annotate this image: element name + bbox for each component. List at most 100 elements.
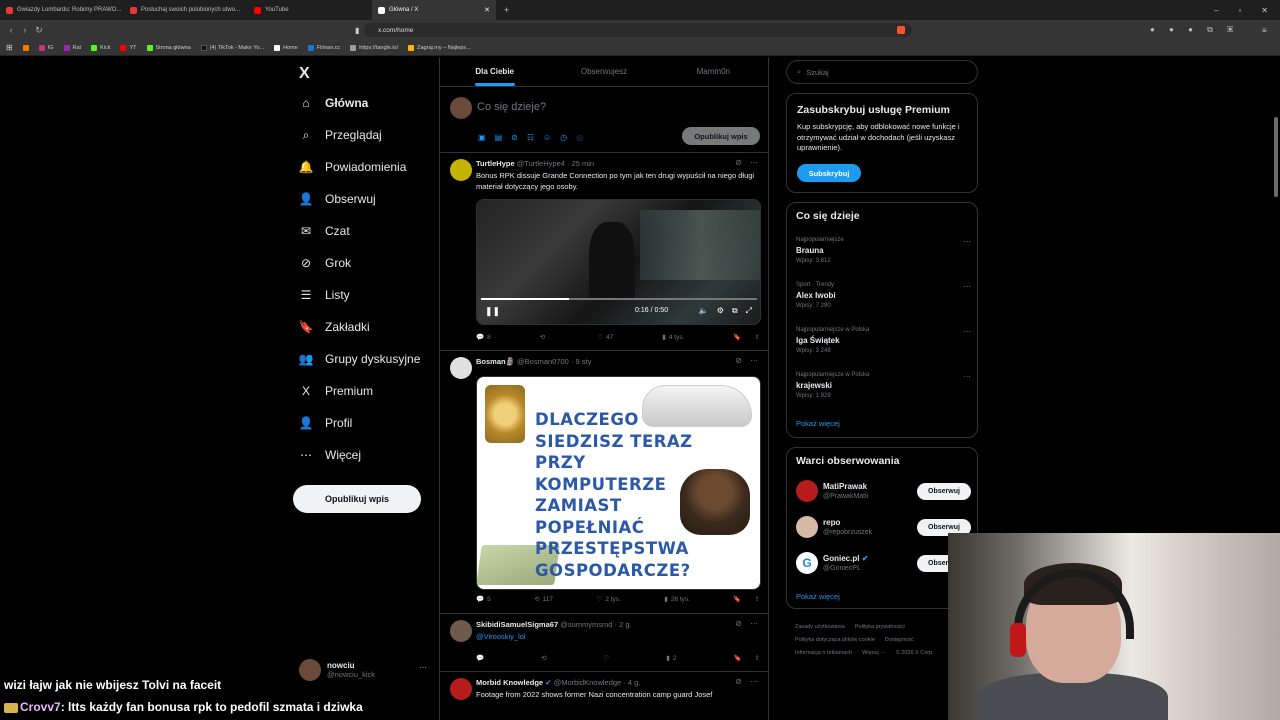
nav-item-grupy-dyskusyjne[interactable]: 👥 Grupy dyskusyjne (299, 352, 421, 366)
bookmark-item[interactable]: Filman.cc (307, 44, 340, 51)
poll-icon[interactable]: ☷ (527, 133, 534, 142)
reply-button[interactable]: 💬 (476, 654, 484, 662)
video-progress-bar[interactable] (481, 298, 757, 300)
retweet-button[interactable]: ⟲ (541, 654, 546, 662)
nav-item-premium[interactable]: X Premium (299, 384, 373, 398)
footer-link[interactable]: Polityka dotycząca plików cookie (795, 637, 875, 643)
browser-tab[interactable]: Gwiazdy Lombardu: Robimy PRAWO... (0, 0, 124, 20)
author-handle[interactable]: @MorbidKnowledge (554, 678, 622, 687)
bookmark-item[interactable]: Strona główna (146, 44, 191, 51)
more-icon[interactable]: ⋯ (419, 663, 427, 672)
extensions-icon[interactable]: ● ● ● ⧉ ▣ (1150, 25, 1239, 35)
gif-icon[interactable]: ▤ (495, 133, 503, 142)
like-button[interactable]: ♡ (603, 654, 609, 662)
grok-icon[interactable]: ⊘ (511, 133, 518, 142)
bookmark-item[interactable]: IG (38, 44, 54, 51)
trend-item[interactable]: Najpopularniejsze w Polska krajewski Wpi… (796, 372, 971, 399)
pause-icon[interactable]: ❚❚ (485, 306, 500, 317)
grok-icon[interactable]: ⊘ (735, 158, 742, 167)
avatar[interactable] (450, 159, 472, 181)
tweet[interactable]: Bosman🗿 @Bosman0700 · 9 sty ⊘ ⋯ DLACZEGO … (440, 351, 768, 614)
pip-icon[interactable]: ⧉ (732, 306, 738, 316)
grok-icon[interactable]: ⊘ (735, 356, 742, 365)
avatar[interactable] (450, 620, 472, 642)
nav-item-profil[interactable]: 👤 Profil (299, 416, 353, 430)
more-icon[interactable]: ⋯ (750, 619, 758, 628)
author-name[interactable]: Morbid Knowledge (476, 678, 543, 687)
bookmark-item[interactable] (22, 44, 29, 51)
author-name[interactable]: SkibidiSamuelSigma67 (476, 620, 558, 629)
search-input[interactable]: Szukaj (806, 68, 829, 77)
like-button[interactable]: ♡ 47 (597, 333, 613, 342)
close-window-icon[interactable]: ✕ (1261, 6, 1268, 15)
footer-link[interactable]: Dostępność (885, 637, 914, 643)
bookmark-item[interactable]: Kick (91, 44, 110, 51)
bookmark-button[interactable]: 🔖 ⇧ (733, 595, 760, 603)
settings-icon[interactable]: ⚙ (717, 306, 724, 316)
more-icon[interactable]: ⋯ (750, 677, 758, 686)
follow-button[interactable]: Obserwuj (917, 482, 971, 500)
views-button[interactable]: ▮ 26 tys. (664, 595, 690, 604)
x-logo[interactable]: X (299, 65, 310, 83)
nav-item-więcej[interactable]: ⋯ Więcej (299, 448, 361, 462)
bookmark-item[interactable]: Zagraj.my – Najleps... (408, 44, 471, 51)
nav-item-grok[interactable]: ⊘ Grok (299, 256, 351, 270)
close-tab-icon[interactable]: ✕ (484, 6, 490, 14)
nav-item-główna[interactable]: ⌂ Główna (299, 96, 368, 110)
grok-icon[interactable]: ⊘ (735, 677, 742, 686)
emoji-icon[interactable]: ☺ (543, 133, 551, 142)
maximize-icon[interactable]: ▫ (1238, 6, 1241, 15)
more-icon[interactable]: ⋯ (963, 327, 971, 336)
publish-button[interactable]: Opublikuj wpis (682, 127, 760, 145)
trend-item[interactable]: Najpopularniejsze w Polska Iga Świątek W… (796, 327, 971, 354)
retweet-button[interactable]: ⟲ (540, 333, 548, 341)
author-name[interactable]: Bosman🗿 (476, 357, 515, 366)
grok-icon[interactable]: ⊘ (735, 619, 742, 628)
browser-tab[interactable]: YouTube (248, 0, 372, 20)
nav-item-zakładki[interactable]: 🔖 Zakładki (299, 320, 370, 334)
share-icon[interactable]: ⇧ (755, 654, 760, 662)
more-icon[interactable]: ⋯ (750, 356, 758, 365)
like-button[interactable]: ♡ 2 tys. (596, 595, 620, 604)
author-handle[interactable]: @summymsmd (560, 620, 612, 629)
subscribe-button[interactable]: Subskrybuj (797, 164, 861, 182)
brave-shield-icon[interactable] (897, 26, 905, 34)
volume-icon[interactable]: 🔈 (699, 306, 709, 316)
views-button[interactable]: ▮ 4 tys. (662, 333, 684, 342)
share-icon[interactable]: ⇧ (755, 595, 760, 603)
tweet-mention[interactable]: @Virooskiy_lol (476, 632, 758, 643)
avatar[interactable] (450, 357, 472, 379)
tab-for-you[interactable]: Dla Ciebie (440, 57, 549, 86)
minimize-icon[interactable]: – (1214, 6, 1218, 15)
fullscreen-icon[interactable]: ⤢ (746, 306, 752, 316)
nav-item-przeglądaj[interactable]: ⌕ Przeglądaj (299, 128, 382, 143)
account-switcher[interactable]: nowciu @nowciu_kick ⋯ (299, 659, 427, 681)
follow-suggestion[interactable]: MatiPrawak @PrawakMatii Obserwuj (796, 480, 978, 502)
location-icon[interactable]: ◎ (576, 133, 583, 142)
trend-item[interactable]: Sport · Trendy Alex Iwobi Wpisy: 7 290 ⋯ (796, 282, 971, 309)
reload-icon[interactable]: ↻ (32, 25, 46, 36)
tab-following[interactable]: Obserwujesz (549, 57, 658, 86)
reply-button[interactable]: 💬 8 (476, 333, 491, 342)
share-icon[interactable]: ⇧ (755, 333, 760, 341)
bookmark-item[interactable]: Rat (63, 44, 81, 51)
menu-icon[interactable]: ≡ (1262, 26, 1267, 35)
footer-link[interactable]: Informacja o reklamach (795, 650, 852, 656)
browser-tab[interactable]: Posłuchaj swoich polubionych utwo... (124, 0, 248, 20)
bookmark-page-icon[interactable]: ▮ (355, 26, 359, 35)
new-tab-button[interactable]: + (496, 5, 517, 15)
post-button[interactable]: Opublikuj wpis (293, 485, 421, 513)
back-icon[interactable]: ‹ (4, 25, 18, 35)
views-button[interactable]: ▮ 2 (666, 654, 676, 663)
nav-item-czat[interactable]: ✉ Czat (299, 224, 350, 238)
tweet[interactable]: SkibidiSamuelSigma67 @summymsmd · 2 g. ⊘… (440, 614, 768, 672)
more-icon[interactable]: ⋯ (963, 372, 971, 381)
image-icon[interactable]: ▣ (478, 133, 486, 142)
apps-icon[interactable]: ⊞ (6, 43, 13, 52)
compose-input[interactable]: Co się dzieje? (477, 101, 546, 113)
tab-list[interactable]: Mamm0n (659, 57, 768, 86)
tweet[interactable]: TurtleHype @TurtleHype4 · 25 min ⊘ ⋯ Bonu… (440, 153, 768, 351)
bookmark-button[interactable]: 🔖 ⇧ (733, 654, 760, 662)
bookmark-item[interactable]: (4) TikTok - Make Yo... (200, 44, 264, 51)
avatar[interactable] (450, 678, 472, 700)
